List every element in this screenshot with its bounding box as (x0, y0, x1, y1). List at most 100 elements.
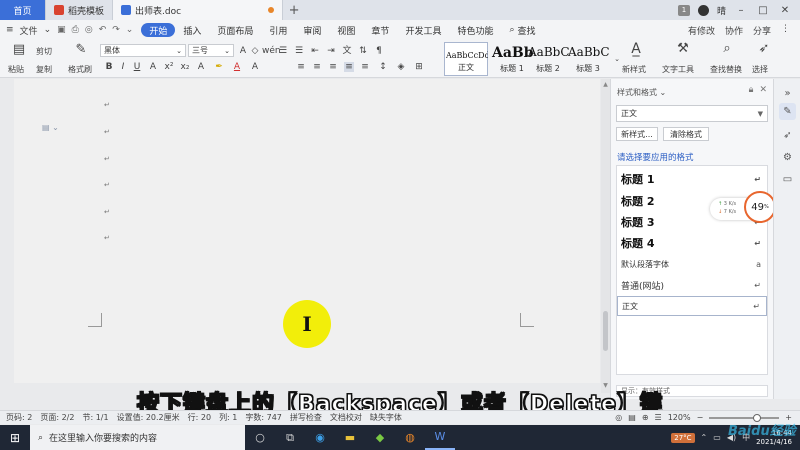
list-item[interactable]: 默认段落字体 a (617, 254, 767, 274)
notification-badge[interactable]: 1 (677, 4, 690, 16)
network-icon[interactable]: ▭ (713, 433, 721, 442)
show-marks-icon[interactable]: ¶ (374, 46, 384, 56)
reference-icon[interactable]: ▭ (779, 171, 796, 188)
windows-start-icon[interactable]: ⊞ (0, 431, 30, 445)
text-effect-icon[interactable]: A (196, 62, 206, 72)
minimize-icon[interactable]: – (734, 5, 748, 16)
bold-icon[interactable]: B (104, 62, 114, 72)
clear-format-button[interactable]: 清除格式 (663, 127, 709, 141)
select-cursor-icon[interactable]: ➶ (757, 42, 771, 55)
font-size-select[interactable]: 三号 ⌄ (188, 44, 234, 57)
outdent-icon[interactable]: ⇤ (310, 46, 320, 56)
select-arrow-icon[interactable]: ➶ (779, 127, 796, 144)
styles-more-icon[interactable]: ⌄ (612, 54, 622, 64)
zoom-out-icon[interactable]: − (697, 413, 704, 422)
lock-icon[interactable]: 🔒︎ (749, 85, 754, 95)
chevron-down-icon[interactable]: ⌄ (44, 25, 52, 35)
undo-icon[interactable]: ↶ (99, 25, 107, 35)
list-item[interactable]: 标题 4 ↵ (617, 232, 767, 254)
scroll-up-icon[interactable]: ▲ (602, 81, 609, 88)
align-center-icon[interactable]: ≡ (312, 62, 322, 72)
current-style-select[interactable]: 正文 ▼ (616, 105, 768, 122)
task-view-icon[interactable]: ⧉ (275, 425, 305, 450)
find-replace-icon[interactable]: ⌕ (720, 42, 734, 55)
search-command[interactable]: ⌕ 查找 (501, 24, 543, 37)
spell-check-button[interactable]: 拼写检查 (290, 412, 322, 423)
italic-icon[interactable]: I (118, 62, 128, 72)
styles-pen-icon[interactable]: ✎ (779, 103, 796, 120)
align-left-icon[interactable]: ≡ (296, 62, 306, 72)
distribute-icon[interactable]: ≡ (360, 62, 370, 72)
find-replace-button[interactable]: 查找替换 (710, 64, 742, 75)
char-border-icon[interactable]: A (250, 62, 260, 72)
numbered-list-icon[interactable]: ☰ (294, 46, 304, 56)
weather-badge[interactable]: 27°C (671, 432, 695, 443)
outline-view-icon[interactable]: ☰ (655, 413, 662, 422)
tab-view[interactable]: 视图 (329, 23, 363, 37)
edge-browser-icon[interactable]: ◉ (305, 425, 335, 450)
tray-chevron-icon[interactable]: ⌃ (701, 433, 708, 442)
expand-icon[interactable]: » (779, 85, 796, 102)
tab-home[interactable]: 首页 (0, 0, 46, 20)
wps-writer-icon[interactable]: W (425, 425, 455, 450)
list-item[interactable]: 标题 1 ↵ (617, 168, 767, 190)
cortana-icon[interactable]: ○ (245, 425, 275, 450)
maximize-icon[interactable]: □ (756, 5, 770, 16)
redo-icon[interactable]: ↷ (112, 25, 120, 35)
chinese-layout-icon[interactable]: 文 (342, 46, 352, 56)
close-icon[interactable]: ✕ (778, 5, 792, 16)
scroll-thumb[interactable] (603, 311, 608, 351)
more-options-icon[interactable]: ⋮ (781, 24, 790, 37)
highlight-icon[interactable]: ✒ (214, 62, 224, 72)
paste-icon[interactable]: ▤ (12, 43, 26, 56)
style-heading-3[interactable]: AaBbC 标题 3 (566, 42, 610, 76)
shading-icon[interactable]: ◈ (396, 62, 406, 72)
document-nav-icon[interactable]: ▤ ⌄ (42, 123, 59, 132)
text-tools-icon[interactable]: ⚒ (676, 42, 690, 55)
zoom-value[interactable]: 120% (668, 413, 691, 422)
doc-check-button[interactable]: 文档校对 (330, 412, 362, 423)
app-green-icon[interactable]: ◆ (365, 425, 395, 450)
tab-page-layout[interactable]: 页面布局 (209, 23, 261, 37)
list-item[interactable]: 普通(网站) ↵ (617, 274, 767, 296)
more-icon[interactable]: ⌄ (126, 25, 134, 35)
avatar[interactable] (697, 4, 709, 16)
new-style-icon[interactable]: A̲ (628, 42, 644, 56)
app-orange-icon[interactable]: ◍ (395, 425, 425, 450)
tab-sections[interactable]: 章节 (363, 23, 397, 37)
phonetic-icon[interactable]: wén (262, 46, 281, 56)
share-button[interactable]: 分享 (753, 24, 771, 37)
underline-icon[interactable]: U (132, 62, 142, 72)
save-icon[interactable]: ▣ (57, 25, 66, 35)
paste-button[interactable]: 粘贴 (8, 64, 24, 75)
grow-font-icon[interactable]: A (238, 46, 248, 56)
tab-template[interactable]: 稻壳模板 (46, 0, 114, 20)
hamburger-icon[interactable]: ≡ (6, 25, 14, 35)
read-mode-icon[interactable]: ◎ (615, 413, 622, 422)
vertical-scrollbar[interactable]: ▲ ▼ (601, 79, 610, 393)
font-name-select[interactable]: 黑体 ⌄ (100, 44, 186, 57)
web-view-icon[interactable]: ⊕ (642, 413, 649, 422)
style-normal[interactable]: AaBbCcDd 正文 (444, 42, 488, 76)
tab-special[interactable]: 特色功能 (449, 23, 501, 37)
subscript-icon[interactable]: x₂ (180, 62, 190, 72)
justify-icon[interactable]: ≡ (344, 62, 354, 72)
tab-references[interactable]: 引用 (261, 23, 295, 37)
strikethrough-icon[interactable]: A (148, 62, 158, 72)
copy-button[interactable]: 复制 (36, 64, 52, 75)
zoom-slider[interactable] (709, 413, 780, 422)
collaborate-button[interactable]: 协作 (725, 24, 743, 37)
add-tab-button[interactable]: + (283, 0, 305, 20)
bullet-list-icon[interactable]: ☰ (278, 46, 288, 56)
tab-home-ribbon[interactable]: 开始 (141, 23, 176, 37)
status-words[interactable]: 字数: 747 (245, 412, 282, 423)
memory-usage-ring[interactable]: 49% (744, 191, 776, 223)
panel-close-icon[interactable]: ✕ (759, 85, 767, 95)
format-painter-icon[interactable]: ✎ (74, 43, 88, 56)
text-tools-button[interactable]: 文字工具 (662, 64, 694, 75)
file-explorer-icon[interactable]: ▬ (335, 425, 365, 450)
sort-icon[interactable]: ⇅ (358, 46, 368, 56)
style-heading-2[interactable]: AaBbC 标题 2 (526, 42, 570, 76)
revisions-button[interactable]: 有修改 (688, 24, 715, 37)
tab-developer[interactable]: 开发工具 (397, 23, 449, 37)
